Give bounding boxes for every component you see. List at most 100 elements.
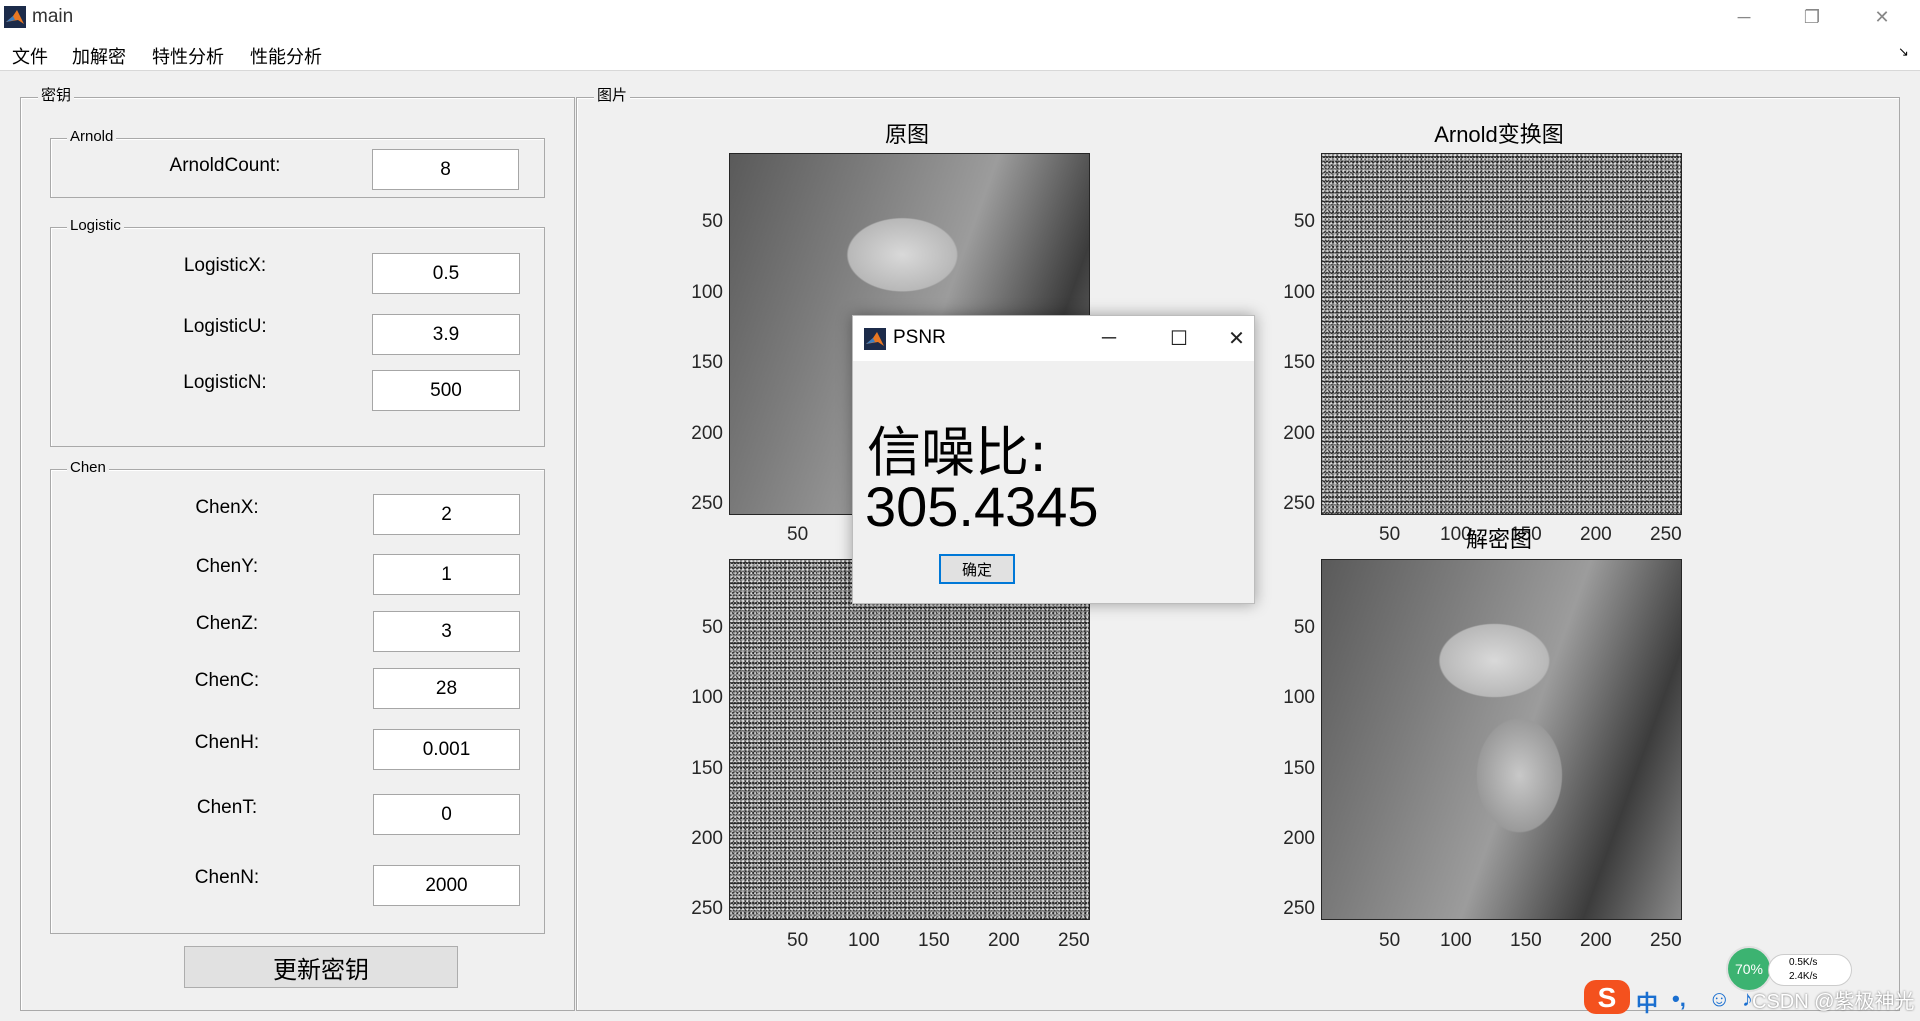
axes-decrypted-title: 解密图 bbox=[1465, 527, 1532, 552]
arnold-image bbox=[1321, 153, 1682, 515]
dialog-title-bar: PSNR ─ ☐ ✕ bbox=[853, 316, 1254, 361]
y-tick: 250 bbox=[1283, 898, 1315, 919]
chen-c-label: ChenC: bbox=[194, 670, 260, 691]
dialog-close-button[interactable]: ✕ bbox=[1219, 316, 1254, 361]
minimize-icon: ─ bbox=[1737, 6, 1751, 27]
y-tick: 200 bbox=[691, 828, 723, 849]
chen-y-label: ChenY: bbox=[195, 556, 259, 577]
key-panel-title: 密钥 bbox=[38, 88, 75, 104]
y-tick: 150 bbox=[1283, 758, 1315, 779]
axes-arnold-title: Arnold变换图 bbox=[1434, 122, 1564, 147]
window-title: main bbox=[32, 6, 74, 27]
chen-n-field[interactable]: 2000 bbox=[373, 865, 520, 906]
menu-encrypt-decrypt[interactable]: 加解密 bbox=[72, 43, 126, 69]
menu-bar: 文件 加解密 特性分析 性能分析 ↘ bbox=[0, 34, 1920, 71]
sogou-ime-icon[interactable]: S bbox=[1582, 978, 1632, 1016]
decrypted-image bbox=[1321, 559, 1682, 920]
psnr-value: 305.4345 bbox=[865, 475, 1099, 538]
axes-original-yticks: 50 100 150 200 250 bbox=[683, 153, 723, 515]
speed-pill: 0.5K/s 2.4K/s bbox=[1768, 954, 1852, 986]
y-tick: 100 bbox=[1283, 282, 1315, 303]
dock-arrow-icon[interactable]: ↘ bbox=[1898, 44, 1909, 60]
x-tick: 150 bbox=[1510, 930, 1542, 951]
axes-arnold-yticks: 50 100 150 200 250 bbox=[1275, 153, 1315, 515]
x-tick: 200 bbox=[988, 930, 1020, 951]
y-tick: 150 bbox=[691, 352, 723, 373]
dialog-maximize-button[interactable]: ☐ bbox=[1149, 316, 1209, 361]
close-button[interactable]: ✕ bbox=[1852, 0, 1912, 34]
logistic-n-field[interactable]: 500 bbox=[372, 370, 520, 411]
axes-encrypted-yticks: 50 100 150 200 250 bbox=[683, 559, 723, 920]
y-tick: 250 bbox=[1283, 493, 1315, 514]
matlab-icon bbox=[864, 328, 886, 350]
logistic-x-field[interactable]: 0.5 bbox=[372, 253, 520, 294]
x-tick: 100 bbox=[1440, 930, 1472, 951]
csdn-watermark: CSDN @紫极神光 bbox=[1752, 991, 1915, 1013]
y-tick: 200 bbox=[691, 423, 723, 444]
axes-decrypted-yticks: 50 100 150 200 250 bbox=[1275, 559, 1315, 920]
chen-x-label: ChenX: bbox=[195, 497, 259, 518]
y-tick: 50 bbox=[701, 617, 723, 638]
update-key-button[interactable]: 更新密钥 bbox=[184, 946, 458, 988]
logistic-n-label: LogisticN: bbox=[183, 372, 267, 393]
menu-characteristic-analysis[interactable]: 特性分析 bbox=[152, 43, 224, 69]
y-tick: 100 bbox=[1283, 687, 1315, 708]
close-icon: ✕ bbox=[1874, 6, 1890, 27]
y-tick: 50 bbox=[701, 211, 723, 232]
dialog-minimize-button[interactable]: ─ bbox=[1079, 316, 1139, 361]
x-tick: 250 bbox=[1650, 930, 1682, 951]
x-tick: 150 bbox=[918, 930, 950, 951]
y-tick: 50 bbox=[1293, 617, 1315, 638]
close-icon: ✕ bbox=[1228, 328, 1245, 350]
chen-z-field[interactable]: 3 bbox=[373, 611, 520, 652]
y-tick: 200 bbox=[1283, 828, 1315, 849]
download-speed: 2.4K/s bbox=[1789, 971, 1818, 982]
y-tick: 150 bbox=[1283, 352, 1315, 373]
title-bar: main ─ ❐ ✕ bbox=[0, 0, 1920, 34]
image-panel-title: 图片 bbox=[594, 88, 631, 104]
chen-c-field[interactable]: 28 bbox=[373, 668, 520, 709]
y-tick: 250 bbox=[691, 898, 723, 919]
chen-group-title: Chen bbox=[67, 460, 109, 476]
matlab-icon bbox=[4, 6, 26, 28]
x-tick: 50 bbox=[787, 930, 809, 951]
x-tick: 200 bbox=[1580, 930, 1612, 951]
arnold-count-field[interactable]: 8 bbox=[372, 149, 519, 190]
logistic-x-label: LogisticX: bbox=[183, 255, 267, 276]
x-tick: 250 bbox=[1058, 930, 1090, 951]
chen-t-label: ChenT: bbox=[196, 797, 258, 818]
maximize-icon: ☐ bbox=[1170, 328, 1188, 350]
upload-speed: 0.5K/s bbox=[1789, 957, 1818, 968]
dialog-title: PSNR bbox=[893, 327, 946, 348]
logistic-group-title: Logistic bbox=[67, 218, 124, 234]
emoji-icon[interactable]: ☺ bbox=[1708, 986, 1730, 1012]
x-tick: 100 bbox=[848, 930, 880, 951]
restore-icon: ❐ bbox=[1803, 6, 1821, 27]
y-tick: 250 bbox=[691, 493, 723, 514]
svg-text:S: S bbox=[1598, 982, 1617, 1013]
x-tick: 50 bbox=[787, 524, 809, 545]
logistic-u-label: LogisticU: bbox=[183, 316, 267, 337]
chen-x-field[interactable]: 2 bbox=[373, 494, 520, 535]
menu-file[interactable]: 文件 bbox=[12, 43, 48, 69]
chen-h-label: ChenH: bbox=[194, 732, 260, 753]
ime-mode[interactable]: 中 bbox=[1636, 986, 1658, 1018]
ime-punctuation[interactable]: •, bbox=[1672, 986, 1686, 1012]
chen-n-label: ChenN: bbox=[194, 867, 260, 888]
logistic-u-field[interactable]: 3.9 bbox=[372, 314, 520, 355]
menu-performance-analysis[interactable]: 性能分析 bbox=[250, 43, 322, 69]
y-tick: 50 bbox=[1293, 211, 1315, 232]
chen-h-field[interactable]: 0.001 bbox=[373, 729, 520, 770]
restore-button[interactable]: ❐ bbox=[1782, 0, 1842, 34]
y-tick: 150 bbox=[691, 758, 723, 779]
axes-original-title: 原图 bbox=[884, 122, 929, 147]
minimize-button[interactable]: ─ bbox=[1714, 0, 1774, 34]
chen-t-field[interactable]: 0 bbox=[373, 794, 520, 835]
encrypted-image bbox=[729, 559, 1090, 920]
minimize-icon: ─ bbox=[1101, 327, 1117, 349]
arnold-group-title: Arnold bbox=[67, 129, 117, 145]
chen-y-field[interactable]: 1 bbox=[373, 554, 520, 595]
x-tick: 50 bbox=[1379, 930, 1401, 951]
y-tick: 100 bbox=[691, 687, 723, 708]
ok-button[interactable]: 确定 bbox=[939, 554, 1015, 584]
